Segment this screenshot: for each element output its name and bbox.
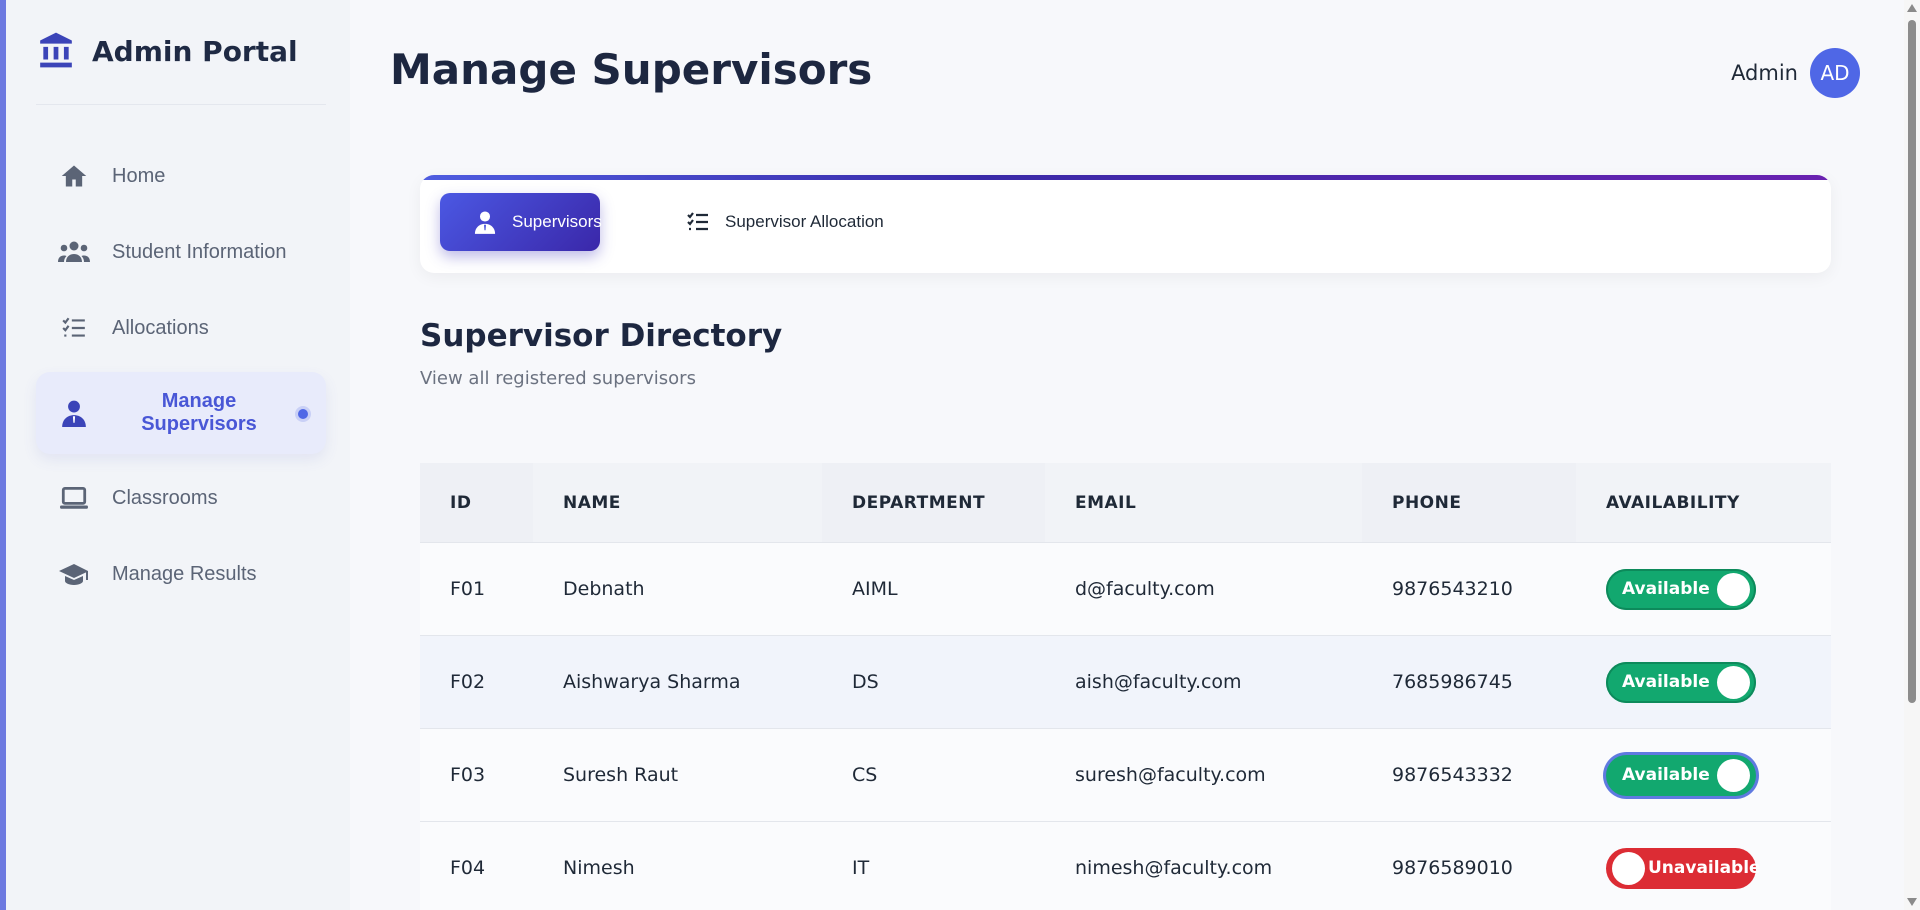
cell-availability: Available (1576, 636, 1831, 728)
user-name: Admin (1731, 61, 1798, 85)
cell-department: AIML (852, 578, 898, 600)
cell-department: DS (852, 671, 879, 693)
cell-name: Debnath (563, 578, 645, 600)
toggle-knob (1717, 665, 1750, 699)
laptop-icon (58, 482, 90, 514)
toggle-knob (1717, 758, 1750, 792)
table-row: F03 Suresh Raut CS suresh@faculty.com 98… (420, 729, 1831, 822)
cell-email: suresh@faculty.com (1075, 764, 1266, 786)
scroll-down-arrow-icon[interactable] (1907, 898, 1917, 906)
availability-toggle[interactable]: Available (1606, 661, 1756, 703)
column-header-name: NAME (563, 492, 621, 513)
cell-name: Nimesh (563, 857, 635, 879)
cell-department: CS (852, 764, 878, 786)
tab-label: Supervisor Allocation (725, 212, 884, 231)
supervisor-icon (58, 397, 90, 429)
cell-name: Aishwarya Sharma (563, 671, 741, 693)
page-scrollbar[interactable] (1904, 0, 1920, 910)
cell-phone: 9876589010 (1392, 857, 1513, 879)
sidebar-item-label: Classrooms (112, 486, 218, 509)
column-header-availability: AVAILABILITY (1606, 492, 1740, 513)
cell-phone: 9876543210 (1392, 578, 1513, 600)
availability-label: Available (1622, 579, 1710, 599)
cell-email: nimesh@faculty.com (1075, 857, 1273, 879)
table-row: F01 Debnath AIML d@faculty.com 987654321… (420, 543, 1831, 636)
availability-toggle[interactable]: Available (1606, 754, 1756, 796)
sidebar: Admin Portal Home Student Information Al… (0, 0, 350, 910)
column-header-id: ID (420, 463, 533, 542)
sidebar-item-label: Manage Results (112, 562, 257, 585)
cell-id: F04 (450, 857, 486, 879)
cell-availability: Unavailable (1576, 822, 1831, 910)
table-row: F04 Nimesh IT nimesh@faculty.com 9876589… (420, 822, 1831, 910)
availability-label: Available (1622, 765, 1710, 785)
tab-bar: Supervisors Supervisor Allocation (420, 175, 1831, 273)
tab-label: Supervisors (512, 212, 602, 231)
cell-department: IT (852, 857, 870, 879)
sidebar-item-label: Manage Supervisors (141, 390, 257, 435)
toggle-knob (1717, 572, 1750, 606)
sidebar-item-manage-supervisors[interactable]: Manage Supervisors (36, 372, 326, 454)
column-header-department: DEPARTMENT (822, 463, 1045, 542)
graduation-cap-icon (58, 558, 90, 590)
tab-supervisors[interactable]: Supervisors (440, 193, 602, 251)
sidebar-item-student-information[interactable]: Student Information (36, 214, 326, 290)
cell-email: d@faculty.com (1075, 578, 1215, 600)
column-header-email: EMAIL (1075, 492, 1137, 513)
availability-toggle[interactable]: Unavailable (1606, 847, 1761, 889)
tab-bar-accent (420, 175, 1831, 180)
availability-label: Available (1622, 672, 1710, 692)
users-icon (58, 236, 90, 268)
active-indicator-dot (298, 409, 308, 419)
cell-id: F02 (450, 671, 486, 693)
sidebar-item-classrooms[interactable]: Classrooms (36, 460, 326, 536)
bank-icon (36, 30, 76, 70)
supervisor-table: ID NAME DEPARTMENT EMAIL PHONE AVAILABIL… (420, 463, 1831, 910)
directory-title: Supervisor Directory (420, 318, 783, 354)
cell-availability: Available (1576, 729, 1831, 821)
sidebar-item-allocations[interactable]: Allocations (36, 290, 326, 366)
user-menu[interactable]: Admin AD (1731, 48, 1860, 98)
cell-phone: 9876543332 (1392, 764, 1513, 786)
sidebar-item-label: Student Information (112, 240, 287, 263)
cell-name: Suresh Raut (563, 764, 679, 786)
avatar[interactable]: AD (1810, 48, 1860, 98)
table-header: ID NAME DEPARTMENT EMAIL PHONE AVAILABIL… (420, 463, 1831, 543)
sidebar-nav: Home Student Information Allocations Man… (36, 138, 326, 612)
toggle-knob (1612, 851, 1645, 885)
sidebar-item-home[interactable]: Home (36, 138, 326, 214)
sidebar-item-label: Allocations (112, 316, 209, 339)
table-row: F02 Aishwarya Sharma DS aish@faculty.com… (420, 636, 1831, 729)
tab-supervisor-allocation[interactable]: Supervisor Allocation (685, 193, 884, 251)
brand-title: Admin Portal (92, 35, 298, 68)
directory-subtitle: View all registered supervisors (420, 368, 696, 389)
supervisor-icon (474, 210, 496, 234)
brand: Admin Portal (36, 30, 326, 105)
cell-id: F03 (450, 764, 486, 786)
checklist-icon (58, 312, 90, 344)
cell-availability: Available (1576, 543, 1831, 635)
page-title: Manage Supervisors (390, 45, 873, 94)
cell-email: aish@faculty.com (1075, 671, 1242, 693)
scroll-up-arrow-icon[interactable] (1907, 4, 1917, 12)
checklist-icon (685, 210, 711, 234)
column-header-phone: PHONE (1362, 463, 1576, 542)
scrollbar-thumb[interactable] (1908, 20, 1916, 703)
sidebar-item-manage-results[interactable]: Manage Results (36, 536, 326, 612)
cell-phone: 7685986745 (1392, 671, 1513, 693)
availability-label: Unavailable (1648, 858, 1761, 878)
home-icon (58, 160, 90, 192)
sidebar-item-label: Home (112, 164, 166, 187)
cell-id: F01 (450, 578, 486, 600)
availability-toggle[interactable]: Available (1606, 568, 1756, 610)
